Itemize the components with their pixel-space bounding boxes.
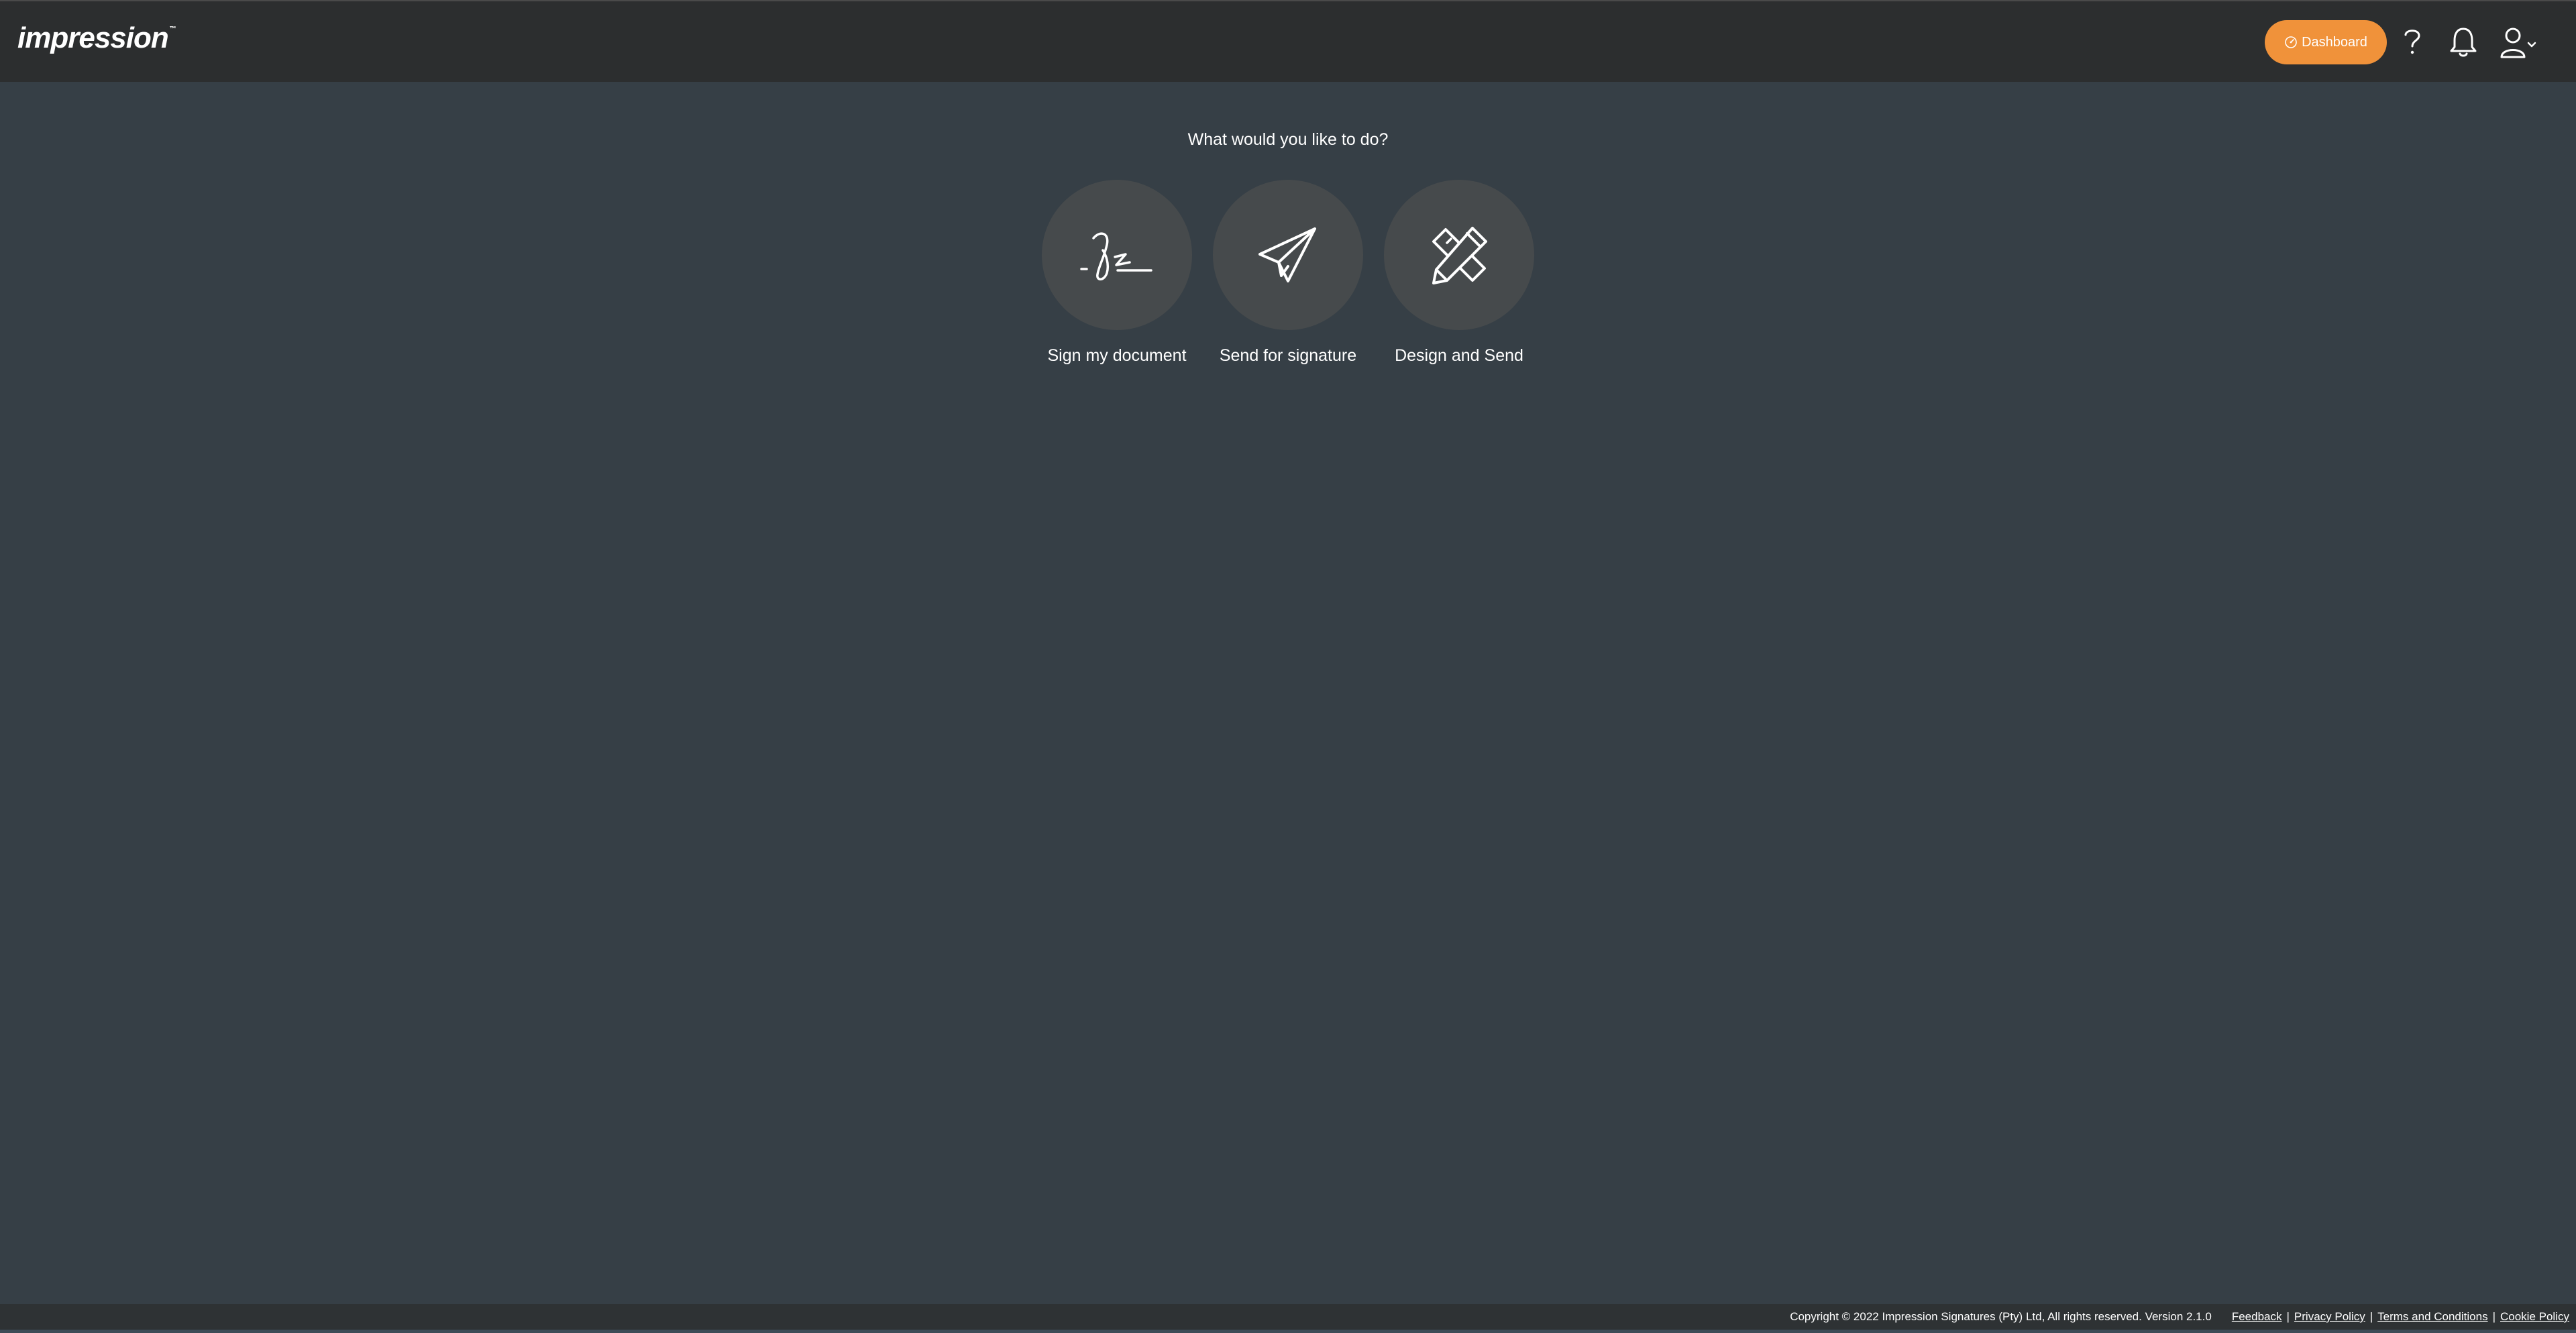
footer-bar: Copyright © 2022 Impression Signatures (…: [0, 1304, 2576, 1330]
dashboard-label: Dashboard: [2302, 34, 2367, 50]
copyright-text: Copyright © 2022 Impression Signatures (…: [1790, 1310, 2212, 1323]
sign-action-label[interactable]: Sign my document: [1036, 346, 1197, 366]
impression-logo[interactable]: impression ™: [17, 21, 176, 55]
dashboard-icon: [2285, 36, 2297, 48]
design-action-circle[interactable]: [1384, 180, 1534, 330]
footer-separator: |: [2286, 1310, 2290, 1323]
send-action-circle[interactable]: [1213, 180, 1363, 330]
design-action-label[interactable]: Design and Send: [1379, 346, 1540, 366]
chevron-down-icon: [2527, 42, 2536, 48]
cookie-policy-link[interactable]: Cookie Policy: [2500, 1310, 2569, 1324]
send-for-signature-action[interactable]: Send for signature: [1208, 180, 1368, 366]
design-and-send-action[interactable]: Design and Send: [1379, 180, 1540, 366]
page-question: What would you like to do?: [1187, 130, 1389, 149]
footer-separator: |: [2492, 1310, 2496, 1323]
bottom-strip: [0, 1330, 2576, 1333]
logo-trademark: ™: [169, 25, 176, 33]
logo-text: impression: [17, 21, 169, 54]
top-navigation-bar: impression ™ Dashboard: [0, 0, 2576, 82]
sign-action-circle[interactable]: [1042, 180, 1192, 330]
signature-icon: [1080, 232, 1152, 280]
dashboard-button[interactable]: Dashboard: [2265, 20, 2387, 64]
terms-and-conditions-link[interactable]: Terms and Conditions: [2377, 1310, 2487, 1324]
paper-plane-icon: [1258, 227, 1316, 282]
pencil-ruler-icon: [1432, 227, 1487, 284]
send-action-label[interactable]: Send for signature: [1208, 346, 1368, 366]
help-icon[interactable]: [2399, 25, 2426, 59]
user-icon[interactable]: [2500, 25, 2540, 60]
sign-my-document-action[interactable]: Sign my document: [1036, 180, 1197, 366]
feedback-link[interactable]: Feedback: [2232, 1310, 2282, 1324]
privacy-policy-link[interactable]: Privacy Policy: [2294, 1310, 2365, 1324]
bell-icon[interactable]: [2449, 25, 2478, 59]
footer-separator: |: [2369, 1310, 2373, 1323]
